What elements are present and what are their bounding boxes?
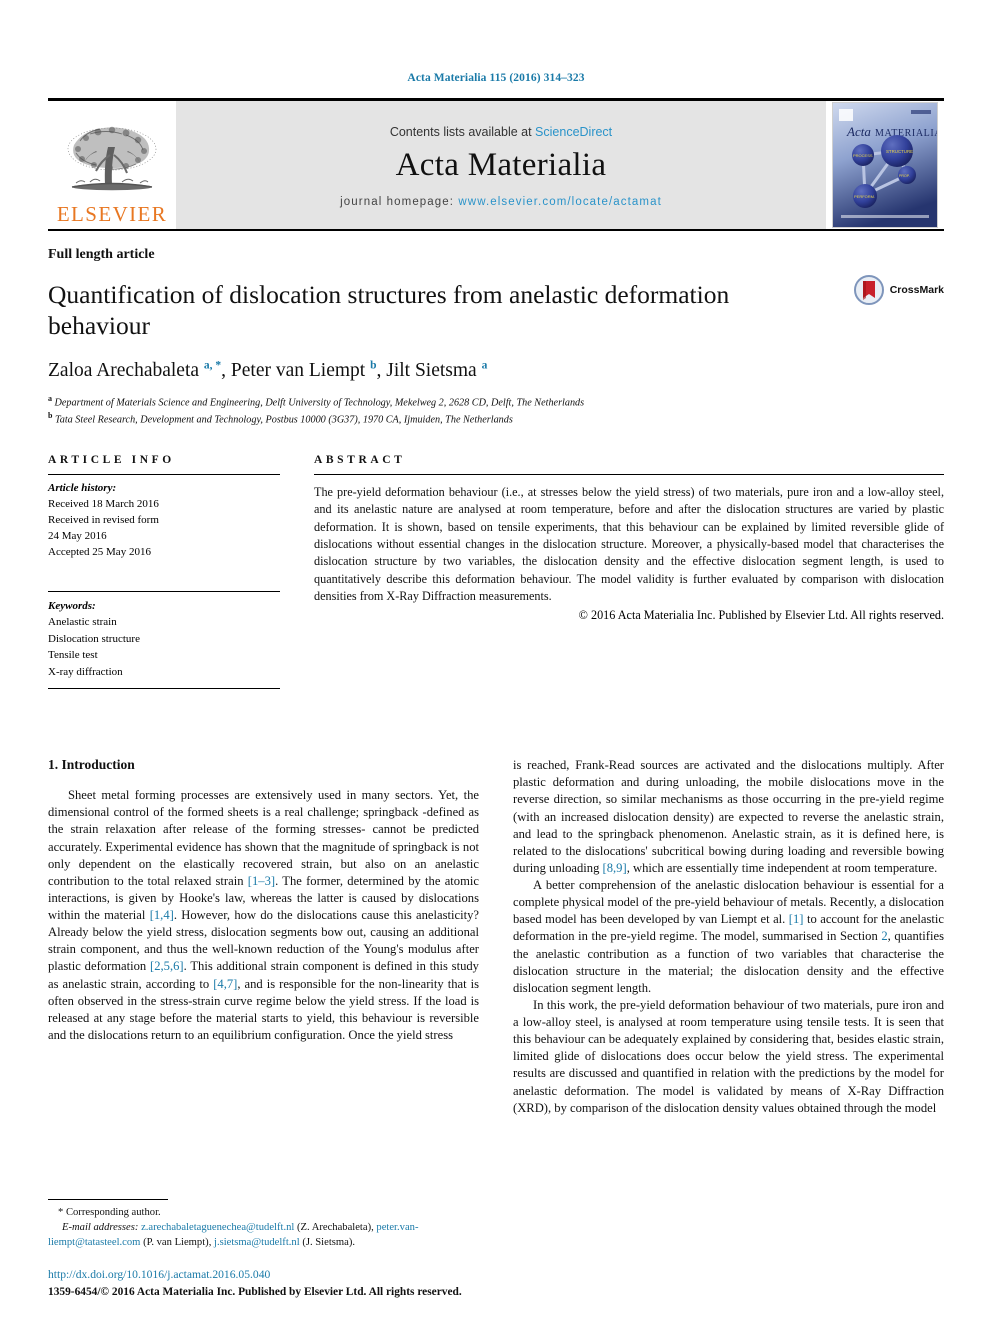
- abstract-column: ABSTRACT The pre-yield deformation behav…: [314, 454, 944, 689]
- svg-text:PERFORM.: PERFORM.: [854, 194, 875, 199]
- email-name-arechabaleta: (Z. Arechabaleta): [297, 1221, 372, 1233]
- keywords-label: Keywords:: [48, 599, 96, 612]
- info-abstract-area: ARTICLE INFO Article history: Received 1…: [48, 453, 944, 690]
- body-paragraph: Sheet metal forming processes are extens…: [48, 788, 480, 1042]
- email-link-arechabaleta[interactable]: z.arechabaletaguenechea@tudelft.nl: [141, 1222, 294, 1233]
- body-paragraph: In this work, the pre-yield deformation …: [513, 997, 944, 1115]
- article-page: Acta Materialia 115 (2016) 314–323 ELSEV…: [0, 0, 992, 1323]
- email-addresses-note: E-mail addresses: z.arechabaletagueneche…: [48, 1221, 419, 1249]
- homepage-url-link[interactable]: www.elsevier.com/locate/actamat: [458, 196, 661, 208]
- acta-materialia-cover-icon: Acta MATERIALIA STRUCTURE PROCESS PROP. …: [832, 102, 938, 228]
- article-info-column: ARTICLE INFO Article history: Received 1…: [48, 453, 280, 690]
- body-paragraph: A better comprehension of the anelastic …: [513, 878, 944, 995]
- affiliation-b-text: Tata Steel Research, Development and Tec…: [55, 414, 513, 426]
- history-line: Accepted 25 May 2016: [48, 545, 151, 558]
- citation-link[interactable]: [1]: [789, 912, 804, 926]
- footnote-block: * Corresponding author. E-mail addresses…: [48, 1198, 488, 1301]
- email-name-sietsma: (J. Sietsma): [302, 1237, 353, 1249]
- homepage-label: journal homepage:: [340, 195, 459, 208]
- affiliation-marker-b: b: [48, 411, 53, 421]
- article-history: Article history: Received 18 March 2016 …: [48, 475, 280, 561]
- history-line: Received in revised form: [48, 513, 159, 526]
- section-heading-introduction: 1. Introduction: [48, 757, 135, 773]
- affiliation-a: a Department of Materials Science and En…: [48, 393, 944, 411]
- corresponding-author-note: * Corresponding author.: [58, 1206, 161, 1218]
- keyword-item: Anelastic strain: [48, 616, 117, 629]
- svg-text:PROCESS: PROCESS: [853, 153, 873, 158]
- footnote-rule: [48, 1198, 168, 1200]
- journal-masthead: ELSEVIER Contents lists available at Sci…: [48, 98, 944, 229]
- body-column-right: is reached, Frank-Read sources are activ…: [513, 757, 944, 1117]
- svg-text:PROP.: PROP.: [899, 174, 910, 178]
- keyword-item: Tensile test: [48, 649, 98, 662]
- keywords-bottom-rule: [48, 688, 280, 690]
- article-type-label: Full length article: [48, 247, 155, 262]
- contents-prefix: Contents lists available at: [389, 124, 536, 139]
- journal-cover-thumbnail: Acta MATERIALIA STRUCTURE PROCESS PROP. …: [826, 101, 944, 229]
- keywords-list: Keywords: Anelastic strain Dislocation s…: [48, 592, 280, 681]
- abstract-copyright: © 2016 Acta Materialia Inc. Published by…: [578, 608, 944, 623]
- body-paragraph: is reached, Frank-Read sources are activ…: [513, 758, 944, 875]
- history-line: 24 May 2016: [48, 529, 107, 542]
- page-title: Quantification of dislocation structures…: [48, 280, 730, 341]
- journal-homepage-line: journal homepage: www.elsevier.com/locat…: [340, 196, 662, 208]
- author-list: Zaloa Arechabaleta a, *, Peter van Liemp…: [48, 359, 488, 382]
- keywords-block: Keywords: Anelastic strain Dislocation s…: [48, 590, 280, 690]
- doi-link[interactable]: http://dx.doi.org/10.1016/j.actamat.2016…: [48, 1267, 488, 1284]
- citation-link[interactable]: [4,7]: [213, 977, 237, 991]
- affiliation-marker-a: a: [48, 393, 52, 403]
- section-link[interactable]: 2: [881, 929, 887, 943]
- elsevier-tree-icon: [67, 126, 157, 191]
- svg-text:MATERIALIA: MATERIALIA: [875, 128, 938, 139]
- email-addresses-label: E-mail addresses:: [62, 1221, 139, 1233]
- title-block: Full length article CrossMark Quantifica…: [48, 247, 944, 428]
- body-column-left: 1. Introduction Sheet metal forming proc…: [48, 757, 479, 1117]
- affiliation-b: b Tata Steel Research, Development and T…: [48, 410, 944, 428]
- email-link-sietsma[interactable]: j.sietsma@tudelft.nl: [214, 1237, 300, 1248]
- crossmark-badge[interactable]: CrossMark: [853, 275, 944, 305]
- abstract-text: The pre-yield deformation behaviour (i.e…: [314, 484, 944, 603]
- crossmark-label: CrossMark: [889, 284, 944, 296]
- affiliation-a-text: Department of Materials Science and Engi…: [54, 397, 585, 408]
- contents-list-line: Contents lists available at ScienceDirec…: [390, 125, 612, 139]
- keyword-item: X-ray diffraction: [48, 665, 123, 678]
- elsevier-wordmark: ELSEVIER: [56, 202, 168, 226]
- sciencedirect-link[interactable]: ScienceDirect: [535, 125, 612, 139]
- article-history-label: Article history:: [48, 481, 117, 494]
- email-name-vanliempt: (P. van Liempt): [143, 1237, 209, 1249]
- keyword-item: Dislocation structure: [48, 632, 140, 645]
- abstract-heading: ABSTRACT: [314, 453, 406, 466]
- running-head: Acta Materialia 115 (2016) 314–323: [407, 72, 585, 84]
- citation-link[interactable]: [8,9]: [603, 861, 627, 875]
- crossmark-icon: [853, 275, 884, 305]
- citation-link[interactable]: [2,5,6]: [150, 959, 184, 973]
- masthead-bottom-rule: [48, 229, 944, 231]
- citation-link[interactable]: [1,4]: [150, 908, 174, 922]
- article-info-heading: ARTICLE INFO: [48, 453, 175, 466]
- body-columns: 1. Introduction Sheet metal forming proc…: [48, 757, 944, 1117]
- svg-text:Acta: Acta: [846, 124, 871, 139]
- elsevier-logo: ELSEVIER: [48, 101, 176, 229]
- citation-link[interactable]: [1–3]: [248, 874, 275, 888]
- journal-title: Acta Materialia: [395, 146, 607, 183]
- issn-copyright-line: 1359-6454/© 2016 Acta Materialia Inc. Pu…: [48, 1286, 462, 1299]
- masthead-center: Contents lists available at ScienceDirec…: [176, 101, 826, 229]
- svg-text:STRUCTURE: STRUCTURE: [886, 149, 913, 154]
- history-line: Received 18 March 2016: [48, 497, 159, 510]
